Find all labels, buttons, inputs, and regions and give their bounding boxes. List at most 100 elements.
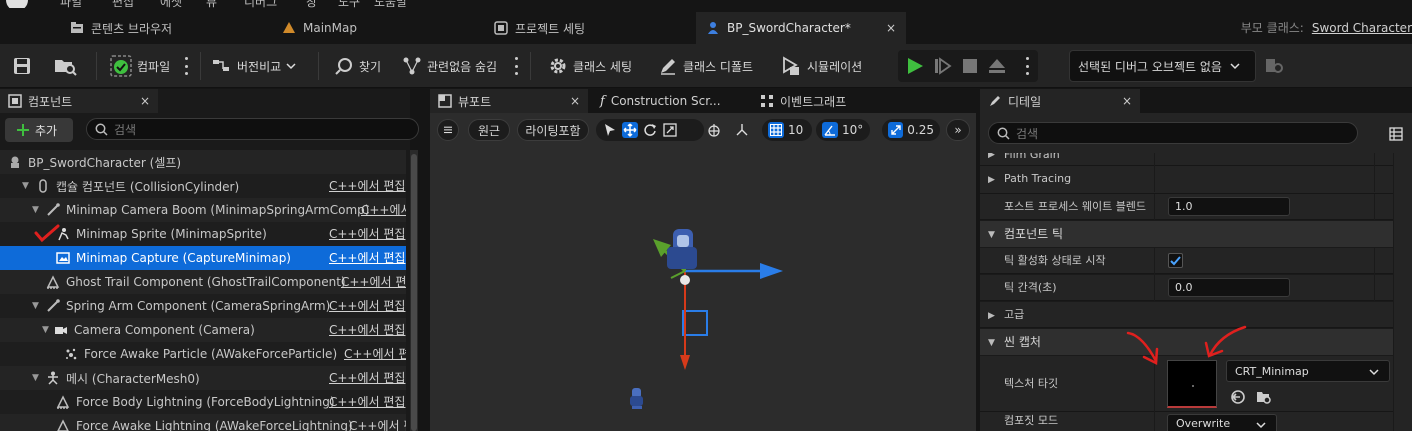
tree-row[interactable]: Ghost Trail Component (GhostTrailCompone… [0, 270, 406, 294]
edit-in-cpp-link[interactable]: C++에서 편집 [329, 390, 406, 414]
world-local-icon[interactable] [706, 122, 722, 138]
details-search-input[interactable]: 검색 [988, 122, 1358, 144]
eject-icon[interactable] [988, 57, 1006, 75]
step-icon[interactable] [934, 57, 952, 75]
stop-icon[interactable] [962, 58, 978, 74]
tab-viewport[interactable]: 뷰포트 × [430, 89, 588, 113]
menu-edit[interactable]: 편집 [112, 0, 134, 8]
class-defaults-button[interactable]: 클래스 디폴트 [658, 44, 753, 88]
components-tab[interactable]: 컴포넌트 × [0, 89, 158, 113]
debug-object-dropdown[interactable]: 선택된 디버그 오브젝트 없음 [1069, 50, 1256, 82]
category-component-tick[interactable]: ▼ 컴포넌트 틱 [980, 221, 1393, 247]
add-component-button[interactable]: 추가 [5, 118, 73, 142]
close-icon[interactable]: × [570, 94, 580, 108]
menu-view[interactable]: 뷰 [206, 0, 217, 8]
find-button[interactable]: 찾기 [334, 44, 381, 88]
menu-tools[interactable]: 도구 [338, 0, 360, 8]
close-icon[interactable]: × [140, 94, 150, 108]
tree-row-selected[interactable]: Minimap Capture (CaptureMinimap) C++에서 편… [0, 246, 406, 270]
class-settings-button[interactable]: 클래스 세팅 [548, 44, 632, 88]
expand-arrow-icon[interactable]: ▼ [32, 205, 39, 215]
tab-content-browser[interactable]: 콘텐츠 브라우저 [60, 12, 265, 44]
hide-unrelated-button[interactable]: 관련없음 숨김 [402, 44, 497, 88]
gizmo-plane-xy[interactable] [682, 310, 708, 336]
more-options-button[interactable]: » [946, 119, 970, 141]
grid-snap-group[interactable]: 10 [762, 119, 812, 141]
translate-gizmo[interactable] [625, 223, 785, 383]
grid-snap-icon[interactable] [768, 122, 784, 138]
scale-snap-icon[interactable] [888, 122, 904, 138]
edit-in-cpp-link[interactable]: C++에서 편집 [361, 198, 406, 222]
simulation-button[interactable]: 시뮬레이션 [780, 44, 862, 88]
select-tool-icon[interactable] [602, 122, 618, 138]
compile-options-icon[interactable] [184, 57, 188, 75]
viewport-canvas[interactable]: 원근 라이팅포함 10 10° 0.25 » [430, 113, 976, 431]
tree-scrollbar-thumb[interactable] [411, 154, 417, 431]
gizmo-arrow-z[interactable] [680, 355, 690, 370]
close-tab-icon[interactable]: × [886, 21, 896, 35]
compile-button[interactable]: 컴파일 [110, 44, 170, 88]
edit-in-cpp-link[interactable]: C++에서 편집 [341, 270, 406, 294]
texture-target-dropdown[interactable]: CRT_Minimap [1226, 360, 1390, 382]
property-film-grain[interactable]: ▶ Film Grain [980, 153, 1393, 171]
tab-details[interactable]: 디테일 × [980, 89, 1140, 113]
menu-window[interactable]: 창 [306, 0, 317, 8]
tree-row[interactable]: Force Awake Lightning (AWakeForceLightni… [0, 414, 406, 431]
rotation-snap-icon[interactable] [822, 122, 838, 138]
reset-arrow-icon[interactable] [1230, 389, 1246, 405]
tree-row[interactable]: Force Body Lightning (ForceBodyLightning… [0, 390, 406, 414]
tree-scrollbar-track[interactable] [410, 150, 418, 431]
tick-interval-input[interactable]: 0.0 [1168, 278, 1290, 297]
play-options-icon[interactable] [1025, 57, 1029, 75]
perspective-button[interactable]: 원근 [468, 119, 510, 141]
tree-row[interactable]: ▼ 캡슐 컴포넌트 (CollisionCylinder) C++에서 편집 [0, 174, 406, 198]
start-with-tick-checkbox[interactable] [1168, 253, 1183, 268]
play-icon[interactable] [906, 57, 924, 75]
pp-blend-weight-input[interactable]: 1.0 [1168, 197, 1290, 216]
edit-in-cpp-link[interactable]: C++에서 편집 [329, 318, 406, 342]
component-search-input[interactable]: 검색 [86, 118, 419, 140]
tree-row[interactable]: Minimap Sprite (MinimapSprite) C++에서 편집 [0, 222, 406, 246]
close-icon[interactable]: × [1122, 94, 1132, 108]
expand-arrow-icon[interactable]: ▼ [32, 301, 39, 311]
tab-project-settings[interactable]: 프로젝트 세팅 [484, 12, 689, 44]
unreal-logo-icon[interactable] [4, 0, 30, 8]
edit-in-cpp-link[interactable]: C++에서 편집 [329, 174, 406, 198]
scale-tool-icon[interactable] [662, 122, 678, 138]
tab-bp-swordcharacter[interactable]: BP_SwordCharacter* × [696, 12, 906, 44]
edit-in-cpp-link[interactable]: C++에서 편집 [344, 342, 406, 366]
tab-mainmap[interactable]: MainMap [272, 12, 477, 44]
tree-row[interactable]: ▼ Minimap Camera Boom (MinimapSpringArmC… [0, 198, 406, 222]
tree-row[interactable]: BP_SwordCharacter (셀프) [0, 150, 406, 174]
translate-tool-icon[interactable] [622, 122, 638, 138]
view-options-icon[interactable] [1389, 127, 1403, 141]
lighting-button[interactable]: 라이팅포함 [517, 119, 589, 141]
edit-in-cpp-link[interactable]: C++에서 편집 [329, 294, 406, 318]
edit-in-cpp-link[interactable]: C++에서 편집 [329, 222, 406, 246]
diff-button[interactable]: 버전비교 [212, 44, 296, 88]
viewport-menu-button[interactable] [437, 119, 459, 141]
edit-in-cpp-link[interactable]: C++에서 편집 [329, 366, 406, 390]
tab-event-graph[interactable]: 이벤트그래프 [752, 89, 912, 113]
gizmo-pivot[interactable] [680, 275, 690, 285]
find-options-icon[interactable] [514, 57, 518, 75]
menu-asset[interactable]: 에셋 [160, 0, 182, 8]
edit-in-cpp-link[interactable]: C++에서 편집 [329, 246, 406, 270]
surface-snap-icon[interactable] [734, 122, 750, 138]
rotation-snap-group[interactable]: 10° [816, 119, 870, 141]
rotate-tool-icon[interactable] [642, 122, 658, 138]
browse-button[interactable] [54, 44, 78, 88]
menu-help[interactable]: 도움말 [374, 0, 407, 8]
tab-construction-script[interactable]: f Construction Scr... [592, 89, 750, 113]
scale-snap-group[interactable]: 0.25 [882, 119, 940, 141]
save-button[interactable] [12, 44, 32, 88]
debug-browse-icon[interactable] [1264, 56, 1284, 76]
menu-debug[interactable]: 디버그 [244, 0, 277, 8]
tree-row[interactable]: ▼ Spring Arm Component (CameraSpringArm)… [0, 294, 406, 318]
tree-row[interactable]: ▼ 메시 (CharacterMesh0) C++에서 편집 [0, 366, 406, 390]
expand-arrow-icon[interactable]: ▼ [32, 373, 39, 383]
browse-asset-icon[interactable] [1256, 389, 1272, 405]
expand-arrow-icon[interactable]: ▼ [22, 181, 29, 191]
tree-row[interactable]: Force Awake Particle (AWakeForceParticle… [0, 342, 406, 366]
gizmo-arrow-x[interactable] [760, 263, 783, 279]
